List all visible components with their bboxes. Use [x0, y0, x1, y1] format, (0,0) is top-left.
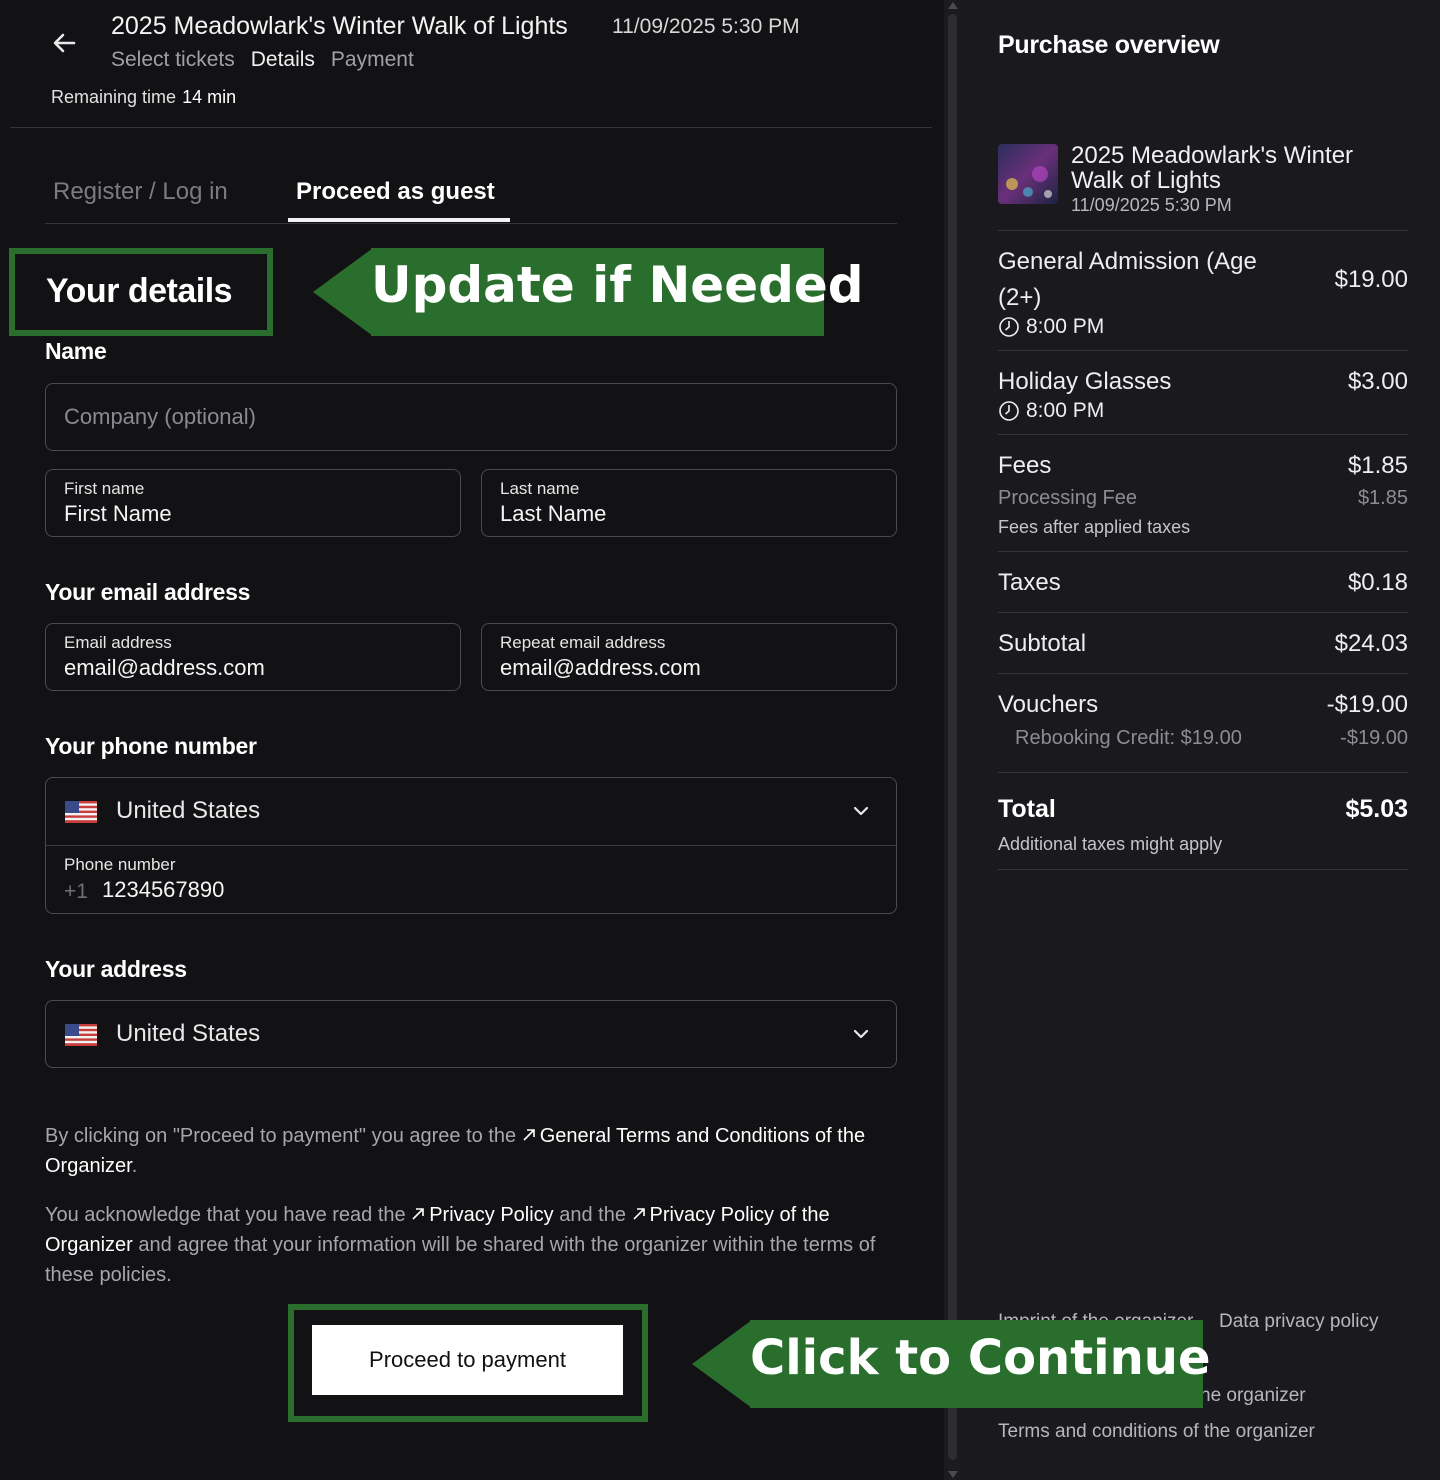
tab-proceed-as-guest[interactable]: Proceed as guest — [296, 178, 495, 206]
line-item-time: 8:00 PM — [998, 315, 1104, 339]
purchase-overview-title: Purchase overview — [998, 31, 1220, 59]
email-field[interactable]: Email address email@address.com — [45, 623, 461, 691]
last-name-label: Last name — [500, 479, 580, 498]
clock-icon — [999, 401, 1019, 421]
taxes-label: Taxes — [998, 569, 1061, 596]
subtotal-value: $24.03 — [1334, 630, 1408, 657]
rebooking-credit-label: Rebooking Credit: $19.00 — [1015, 727, 1242, 749]
remaining-time-value: 14 min — [182, 87, 237, 107]
clock-icon — [999, 317, 1019, 337]
proceed-to-payment-button[interactable]: Proceed to payment — [312, 1325, 623, 1395]
line-item-general-admission-price: $19.00 — [1334, 266, 1408, 293]
scroll-down-icon[interactable] — [948, 1471, 958, 1478]
remaining-time-label: Remaining time — [51, 87, 177, 107]
step-select-tickets[interactable]: Select tickets — [111, 48, 235, 71]
address-country-select[interactable]: United States — [45, 1000, 897, 1068]
step-details: Details — [250, 48, 315, 71]
annotation-continue-banner: Click to Continue — [692, 1320, 1211, 1408]
line-item-holiday-glasses: Holiday Glasses — [998, 368, 1172, 395]
remaining-time: Remaining time 14 min — [51, 87, 236, 108]
external-link-icon — [412, 1208, 425, 1220]
line-item-time: 8:00 PM — [998, 399, 1104, 423]
rebooking-credit-value: -$19.00 — [1340, 727, 1408, 749]
privacy-policy-link[interactable]: Privacy Policy — [411, 1204, 554, 1226]
tab-divider — [45, 223, 897, 224]
total-note: Additional taxes might apply — [998, 834, 1223, 854]
vouchers-label: Vouchers — [998, 691, 1099, 718]
vouchers-value: -$19.00 — [1326, 691, 1408, 718]
email-label: Email address — [64, 633, 172, 652]
event-datetime: 11/09/2025 5:30 PM — [612, 15, 800, 38]
phone-group: United States Phone number +1 1234567890 — [45, 777, 897, 914]
event-thumbnail — [998, 144, 1058, 204]
overview-event-name: 2025 Meadowlark's Winter Walk of Lights — [1071, 142, 1354, 194]
your-details-heading: Your details — [46, 272, 233, 310]
last-name-value: Last Name — [500, 501, 607, 526]
annotation-arrow — [692, 1320, 752, 1408]
first-name-value: First Name — [64, 501, 172, 526]
repeat-email-value: email@address.com — [500, 655, 701, 680]
annotation-arrow — [313, 248, 373, 336]
processing-fee-label: Processing Fee — [998, 487, 1137, 509]
total-value: $5.03 — [1345, 795, 1408, 823]
purchase-overview-panel: Purchase overview 2025 Meadowlark's Wint… — [962, 0, 1440, 1480]
privacy-notice: You acknowledge that you have read the P… — [45, 1204, 876, 1286]
chevron-down-icon — [853, 1029, 869, 1039]
phone-prefix: +1 — [64, 880, 88, 903]
terms-notice: By clicking on "Proceed to payment" you … — [45, 1125, 866, 1177]
last-name-field[interactable]: Last name Last Name — [481, 469, 897, 537]
processing-fee-value: $1.85 — [1357, 487, 1408, 509]
repeat-email-label: Repeat email address — [500, 633, 666, 652]
checkout-main-panel: 2025 Meadowlark's Winter Walk of Lights … — [0, 0, 944, 1480]
address-country-value: United States — [116, 1020, 261, 1047]
scrollbar-thumb[interactable] — [948, 14, 957, 1460]
organizer-privacy-link[interactable]: he organizer — [1200, 1385, 1306, 1407]
annotation-update-text: Update if Needed — [371, 256, 864, 314]
phone-country-select[interactable]: United States — [116, 797, 260, 825]
tab-register-login[interactable]: Register / Log in — [53, 178, 228, 206]
us-flag-icon — [65, 801, 97, 823]
external-link-icon — [523, 1129, 535, 1141]
phone-heading: Your phone number — [45, 733, 257, 759]
phone-input[interactable]: 1234567890 — [102, 877, 224, 903]
data-privacy-link[interactable]: Data privacy policy — [1219, 1311, 1378, 1333]
fees-value: $1.85 — [1347, 452, 1408, 479]
step-payment: Payment — [330, 48, 414, 71]
chevron-down-icon[interactable] — [852, 802, 870, 820]
first-name-label: First name — [64, 479, 145, 498]
line-item-general-admission: General Admission (Age (2+) — [998, 248, 1257, 311]
address-heading: Your address — [45, 956, 187, 982]
repeat-email-field[interactable]: Repeat email address email@address.com — [481, 623, 897, 691]
subtotal-label: Subtotal — [998, 630, 1087, 657]
back-arrow-icon[interactable] — [48, 26, 82, 60]
scrollbar[interactable] — [944, 0, 962, 1480]
external-link-icon — [632, 1208, 645, 1220]
line-item-holiday-glasses-price: $3.00 — [1347, 368, 1408, 395]
phone-label: Phone number — [64, 855, 176, 874]
active-tab-indicator — [288, 218, 510, 222]
us-flag-icon — [65, 1024, 97, 1046]
header-divider — [10, 127, 932, 128]
total-label: Total — [998, 795, 1056, 823]
event-title: 2025 Meadowlark's Winter Walk of Lights — [111, 12, 568, 40]
company-placeholder: Company (optional) — [64, 404, 256, 429]
checkout-steps: Select tickets Details Payment — [111, 48, 430, 72]
fees-note: Fees after applied taxes — [998, 517, 1191, 537]
terms-conditions-link[interactable]: Terms and conditions of the organizer — [998, 1421, 1315, 1443]
fees-label: Fees — [998, 452, 1052, 479]
annotation-update-banner: Update if Needed — [313, 248, 864, 336]
first-name-field[interactable]: First name First Name — [45, 469, 461, 537]
company-field[interactable]: Company (optional) — [45, 383, 897, 451]
scroll-up-icon[interactable] — [948, 2, 958, 9]
taxes-value: $0.18 — [1347, 569, 1408, 596]
email-value: email@address.com — [64, 655, 265, 680]
name-heading: Name — [45, 338, 107, 364]
overview-event-date: 11/09/2025 5:30 PM — [1071, 195, 1232, 215]
annotation-continue-text: Click to Continue — [750, 1330, 1211, 1386]
email-heading: Your email address — [45, 579, 251, 605]
